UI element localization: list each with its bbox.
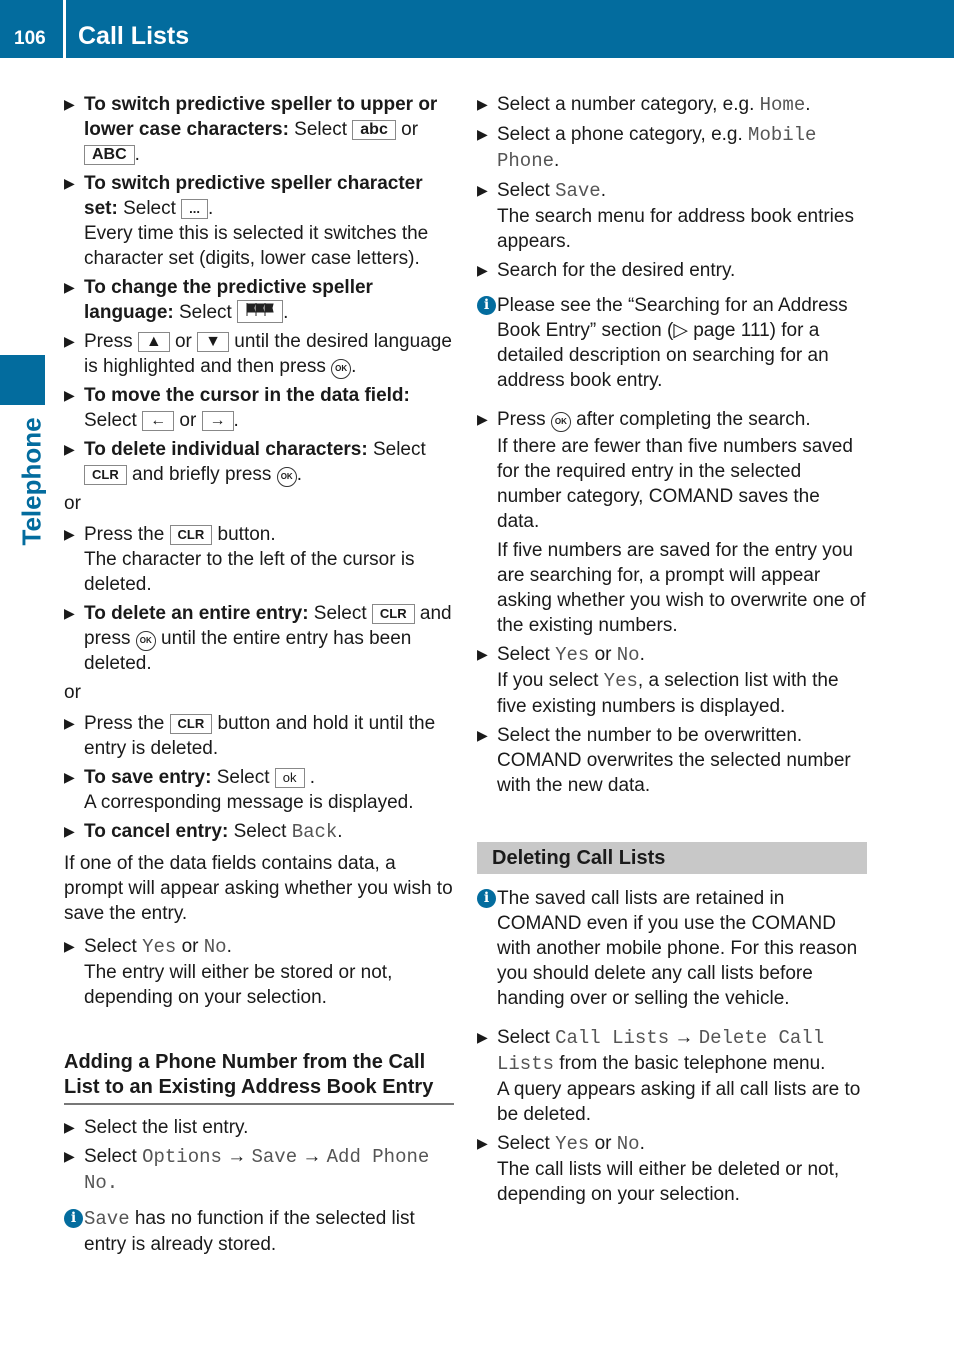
bullet-arrow-icon: ▶ bbox=[477, 646, 488, 662]
info-icon: i bbox=[477, 889, 496, 908]
step: ▶ To move the cursor in the data field: Se… bbox=[64, 385, 410, 431]
bullet-arrow-icon: ▶ bbox=[477, 1135, 488, 1151]
section-heading: Deleting Call Lists bbox=[477, 842, 867, 874]
page-title: Call Lists bbox=[78, 22, 190, 50]
step: ▶ To cancel entry: Select Back. bbox=[64, 821, 343, 843]
step: ▶ To switch predictive speller to upper o… bbox=[64, 94, 438, 165]
chapter-label: Telephone bbox=[16, 417, 47, 546]
key-clr: CLR bbox=[371, 604, 415, 624]
info-note: i The saved call lists are retained in CO… bbox=[477, 886, 867, 1011]
bullet-arrow-icon: ▶ bbox=[477, 411, 488, 427]
or-label: or bbox=[64, 493, 81, 514]
paragraph: If one of the data fields contains data,… bbox=[64, 853, 453, 924]
key-abc: abc bbox=[352, 120, 396, 140]
bullet-arrow-icon: ▶ bbox=[64, 769, 75, 785]
left-column: ▶ To switch predictive speller to upper o… bbox=[64, 92, 454, 1271]
chapter-tab bbox=[0, 355, 45, 405]
step: ▶ Select Options → Save → Add Phone No. bbox=[64, 1146, 430, 1194]
header-divider bbox=[63, 0, 66, 58]
step: ▶ To save entry: Select ok .A correspondi… bbox=[64, 767, 414, 813]
bullet-arrow-icon: ▶ bbox=[64, 387, 75, 403]
key-left-arrow: ← bbox=[142, 411, 175, 431]
bullet-arrow-icon: ▶ bbox=[64, 526, 75, 542]
bullet-arrow-icon: ▶ bbox=[64, 1148, 75, 1164]
step: ▶ To delete individual characters: Select… bbox=[64, 439, 426, 487]
bullet-arrow-icon: ▶ bbox=[64, 823, 75, 839]
ok-button-icon: OK bbox=[135, 631, 156, 651]
step: ▶ Press OK after completing the search. If… bbox=[477, 409, 866, 636]
ok-button-icon: OK bbox=[550, 412, 571, 432]
step: ▶ Select Yes or No. If you select Yes, a s… bbox=[477, 644, 839, 717]
page-header: 106 Call Lists bbox=[0, 0, 954, 58]
step: ▶ To delete an entire entry: Select CLR a… bbox=[64, 603, 452, 674]
step: ▶ Select Save. The search menu for address… bbox=[477, 180, 854, 252]
step: ▶ Search for the desired entry. bbox=[477, 260, 736, 281]
key-clr: CLR bbox=[84, 465, 127, 485]
bullet-arrow-icon: ▶ bbox=[64, 279, 75, 295]
info-note: i Save has no function if the selected li… bbox=[64, 1206, 454, 1257]
bullet-arrow-icon: ▶ bbox=[477, 727, 488, 743]
step: ▶ Select a number category, e.g. Home. bbox=[477, 94, 811, 116]
info-icon: i bbox=[477, 296, 496, 315]
bullet-arrow-icon: ▶ bbox=[64, 96, 75, 112]
key-charset: ... bbox=[181, 199, 209, 219]
page-number: 106 bbox=[14, 28, 46, 49]
section-heading: Adding a Phone Number from the Call List… bbox=[64, 1050, 454, 1105]
step: ▶ Select a phone category, e.g. Mobile Ph… bbox=[477, 124, 817, 172]
key-clr: CLR bbox=[169, 525, 213, 545]
info-note: i Please see the “Searching for an Addres… bbox=[477, 293, 867, 393]
right-column: ▶ Select a number category, e.g. Home. ▶ S… bbox=[477, 92, 867, 1211]
key-ok: ok bbox=[274, 768, 305, 788]
bullet-arrow-icon: ▶ bbox=[477, 96, 488, 112]
bullet-arrow-icon: ▶ bbox=[64, 605, 75, 621]
flags-language-icon bbox=[237, 300, 284, 323]
step: ▶ Press the CLR button. The character to t… bbox=[64, 524, 415, 595]
step: ▶ To change the predictive speller langua… bbox=[64, 277, 373, 323]
key-ABC: ABC bbox=[84, 145, 135, 165]
info-icon: i bbox=[64, 1209, 83, 1228]
bullet-arrow-icon: ▶ bbox=[64, 938, 75, 954]
bullet-arrow-icon: ▶ bbox=[64, 1119, 75, 1135]
ok-button-icon: OK bbox=[276, 467, 297, 487]
ok-button-icon: OK bbox=[331, 359, 352, 379]
key-right-arrow: → bbox=[201, 411, 234, 431]
step: ▶ Select Yes or No. The entry will either … bbox=[64, 936, 393, 1008]
bullet-arrow-icon: ▶ bbox=[64, 715, 75, 731]
step: ▶ Select Call Lists → Delete Call Lists f… bbox=[477, 1027, 861, 1125]
bullet-arrow-icon: ▶ bbox=[477, 126, 488, 142]
bullet-arrow-icon: ▶ bbox=[64, 441, 75, 457]
step: ▶ Select the list entry. bbox=[64, 1117, 249, 1138]
bullet-arrow-icon: ▶ bbox=[477, 1029, 488, 1045]
bullet-arrow-icon: ▶ bbox=[64, 333, 75, 349]
key-clr: CLR bbox=[169, 714, 213, 734]
step: ▶ Select Yes or No. The call lists will ei… bbox=[477, 1133, 840, 1205]
step: ▶ Select the number to be overwritten. COM… bbox=[477, 725, 851, 796]
or-label: or bbox=[64, 682, 81, 703]
step: ▶ To switch predictive speller character … bbox=[64, 173, 429, 269]
step: ▶ Press the CLR button and hold it until … bbox=[64, 713, 436, 759]
bullet-arrow-icon: ▶ bbox=[477, 262, 488, 278]
key-up: ▲ bbox=[137, 332, 170, 352]
key-down: ▼ bbox=[197, 332, 229, 352]
bullet-arrow-icon: ▶ bbox=[64, 175, 75, 191]
bullet-arrow-icon: ▶ bbox=[477, 182, 488, 198]
step: ▶ Press ▲ or ▼ until the desired language… bbox=[64, 331, 452, 379]
